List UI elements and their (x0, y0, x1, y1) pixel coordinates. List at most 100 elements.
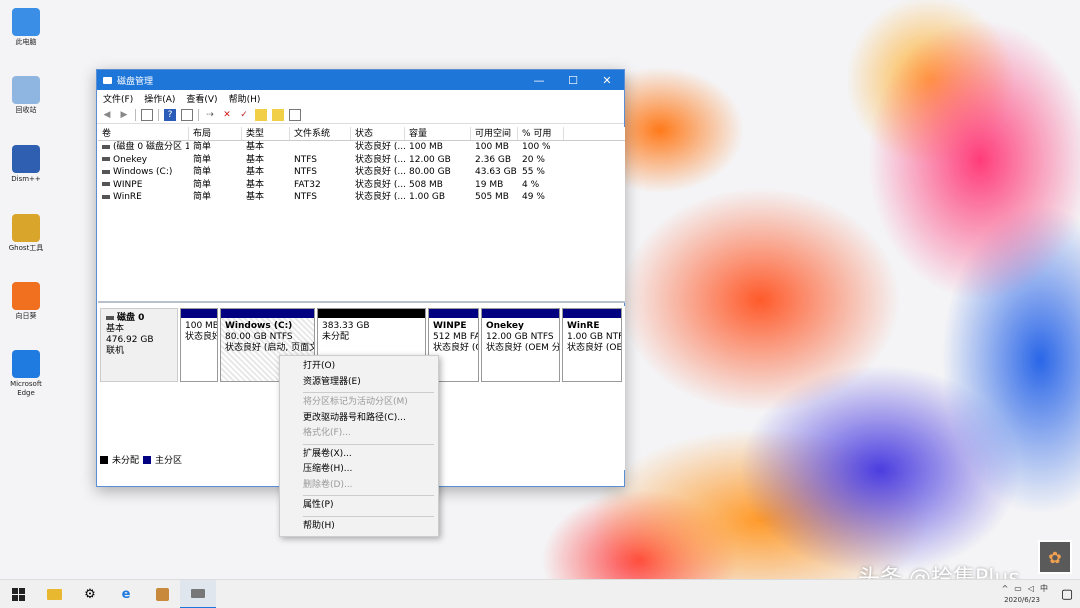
partition-band (429, 309, 478, 318)
partition-size: 383.33 GB (322, 321, 370, 331)
partition-status: 状态良好 (185, 332, 217, 342)
desktop-icon-edge[interactable]: Microsoft Edge (6, 350, 46, 398)
network-icon[interactable]: ▭ (1014, 584, 1022, 593)
table-cell: 100 MB (475, 142, 509, 152)
help-icon[interactable]: ? (164, 108, 176, 121)
menu-help[interactable]: 帮助(H) (229, 92, 261, 105)
column-header[interactable]: 卷 (98, 127, 189, 140)
table-cell: 基本 (246, 167, 265, 177)
table-cell: 508 MB (409, 179, 443, 190)
column-header[interactable]: % 可用 (518, 127, 564, 140)
column-header[interactable]: 可用空间 (471, 127, 518, 140)
taskbar-file-explorer[interactable] (36, 580, 72, 608)
menu-item-delete[interactable]: 删除卷(D)... (280, 478, 438, 494)
console-tree-icon[interactable] (141, 108, 153, 121)
volume-icon[interactable]: ◁ (1028, 584, 1034, 593)
start-button[interactable] (0, 580, 36, 608)
menu-item-extend[interactable]: 扩展卷(X)... (280, 447, 438, 463)
forward-icon[interactable]: ▶ (118, 109, 130, 121)
desktop-icon-this-pc[interactable]: 此电脑 (6, 8, 46, 47)
taskbar-settings[interactable]: ⚙ (72, 580, 108, 608)
menu-separator (303, 443, 434, 445)
partition-onekey[interactable]: Onekey 12.00 GB NTFS 状态良好 (OEM 分 (481, 308, 560, 382)
menu-item-explorer[interactable]: 资源管理器(E) (280, 375, 438, 391)
table-cell: 基本 (246, 192, 265, 202)
table-cell: 4 % (522, 179, 540, 190)
desktop-icon-remote[interactable]: 向日葵 (6, 282, 46, 321)
remote-icon (12, 282, 40, 310)
desktop-icon-label: Dism++ (11, 175, 41, 183)
desktop-icon-recycle-bin[interactable]: 回收站 (6, 76, 46, 115)
disk-label[interactable]: 磁盘 0 基本 476.92 GB 联机 (100, 308, 178, 382)
list-view-icon[interactable] (181, 108, 193, 121)
table-row[interactable]: WINPE 简单 基本 FAT32 状态良好 (... 508 MB 19 MB… (98, 179, 625, 192)
avatar[interactable]: ✿ (1038, 540, 1072, 574)
menu-item-format[interactable]: 格式化(F)... (280, 426, 438, 442)
table-cell: 基本 (246, 154, 265, 165)
column-header[interactable]: 容量 (405, 127, 471, 140)
table-cell: 状态良好 (... (355, 142, 405, 152)
column-header[interactable]: 布局 (189, 127, 242, 140)
column-header[interactable]: 类型 (242, 127, 290, 140)
taskbar-store[interactable] (144, 580, 180, 608)
window-icon[interactable] (289, 108, 301, 121)
table-cell: NTFS (294, 167, 317, 177)
desktop-icon-tool[interactable]: Ghost工具 (6, 214, 46, 253)
menu-item-help[interactable]: 帮助(H) (280, 519, 438, 535)
clock-date[interactable]: 2020/6/23 (1004, 596, 1040, 604)
table-cell: 状态良好 (... (355, 179, 405, 190)
partition-status: 状态良好 (OE (567, 343, 621, 353)
computer-icon (12, 8, 40, 36)
table-row[interactable]: (磁盘 0 磁盘分区 1) 简单 基本 状态良好 (... 100 MB 100… (98, 141, 625, 154)
menu-item-shrink[interactable]: 压缩卷(H)... (280, 462, 438, 478)
column-header[interactable]: 状态 (351, 127, 405, 140)
menu-view[interactable]: 查看(V) (186, 92, 217, 105)
table-row[interactable]: Onekey 简单 基本 NTFS 状态良好 (... 12.00 GB 2.3… (98, 154, 625, 167)
drive-icon (102, 169, 110, 174)
delete-icon[interactable]: ✕ (221, 109, 233, 121)
ime-indicator[interactable]: 中 (1040, 583, 1048, 594)
table-cell: 20 % (522, 154, 545, 165)
back-icon[interactable]: ◀ (101, 109, 113, 121)
partition-name: Onekey (486, 321, 524, 331)
partition-band (482, 309, 559, 318)
new-icon[interactable] (255, 108, 267, 121)
table-cell: NTFS (294, 154, 317, 165)
notification-button[interactable]: ▢ (1054, 580, 1080, 608)
desktop-icon-dism[interactable]: Dism++ (6, 145, 46, 184)
minimize-button[interactable]: — (522, 70, 556, 90)
taskbar-disk-management[interactable] (180, 579, 216, 608)
toolbar-separator (198, 108, 199, 121)
tool-icon (12, 214, 40, 242)
table-cell: 状态良好 (... (355, 167, 405, 177)
table-row[interactable]: Windows (C:) 简单 基本 NTFS 状态良好 (... 80.00 … (98, 166, 625, 179)
properties-icon[interactable] (272, 108, 284, 121)
menu-item-mark-active[interactable]: 将分区标记为活动分区(M) (280, 395, 438, 411)
disk-type: 基本 (106, 324, 125, 334)
close-button[interactable]: ✕ (590, 70, 624, 90)
table-row[interactable]: WinRE 简单 基本 NTFS 状态良好 (... 1.00 GB 505 M… (98, 191, 625, 204)
taskbar-edge[interactable]: e (108, 580, 144, 608)
connect-icon[interactable]: ⇢ (204, 109, 216, 121)
chevron-up-icon[interactable]: ^ (1002, 584, 1009, 593)
menu-file[interactable]: 文件(F) (103, 92, 133, 105)
partition-winre[interactable]: WinRE1.00 GB NTFS状态良好 (OE (562, 308, 622, 382)
table-cell: 49 % (522, 192, 545, 202)
title-bar[interactable]: 磁盘管理 — ☐ ✕ (97, 70, 624, 90)
table-cell: 100 % (522, 142, 551, 152)
column-header[interactable]: 文件系统 (290, 127, 351, 140)
unallocated-swatch (100, 455, 108, 464)
partition-system[interactable]: 100 MB 状态良好 (180, 308, 218, 382)
menu-item-change-letter[interactable]: 更改驱动器号和路径(C)... (280, 411, 438, 427)
maximize-button[interactable]: ☐ (556, 70, 590, 90)
table-cell: 80.00 GB (409, 167, 451, 177)
desktop-icon-label: Ghost工具 (8, 244, 44, 252)
desktop-icon-label: Microsoft Edge (10, 380, 42, 397)
partition-status: 状态良好 (启动, 页面文 (225, 343, 314, 353)
check-icon[interactable]: ✓ (238, 109, 250, 121)
menu-item-properties[interactable]: 属性(P) (280, 498, 438, 514)
menu-action[interactable]: 操作(A) (144, 92, 175, 105)
table-cell: 简单 (193, 167, 212, 177)
menu-item-open[interactable]: 打开(O) (280, 359, 438, 375)
window-title: 磁盘管理 (117, 76, 154, 87)
